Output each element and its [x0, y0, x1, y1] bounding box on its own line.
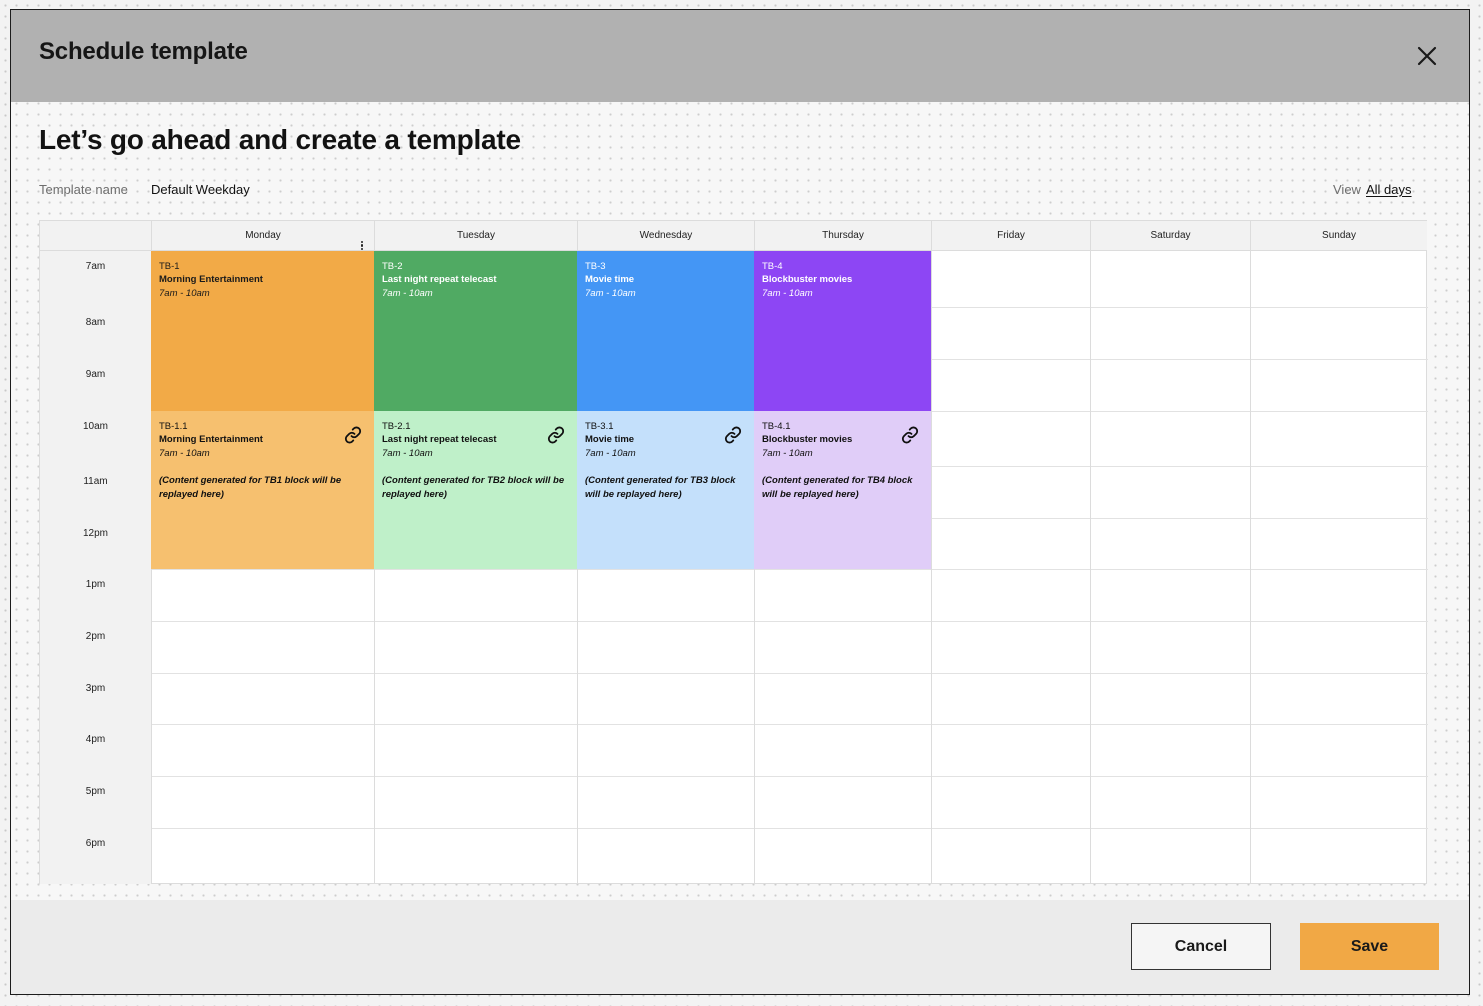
day-header-wednesday: Wednesday: [577, 221, 754, 251]
schedule-template-modal: Schedule template Let’s go ahead and cre…: [10, 9, 1470, 995]
page-heading: Let’s go ahead and create a template: [39, 124, 521, 155]
time-label-6pm: 6pm: [85, 838, 106, 849]
template-name-label: Template name: [39, 182, 128, 197]
grid-column-divider: [1250, 251, 1251, 884]
day-header-thursday: Thursday: [754, 221, 931, 251]
time-label-5pm: 5pm: [85, 786, 106, 797]
grid-column-divider: [931, 251, 932, 884]
block-title: Morning Entertainment: [159, 434, 263, 445]
block-replay-note: (Content generated for TB4 block will be…: [762, 475, 913, 500]
day-header-tuesday: Tuesday: [374, 221, 577, 251]
link-icon[interactable]: [547, 426, 565, 444]
grid-column-divider: [1090, 251, 1091, 884]
grid-row-divider: [151, 724, 1428, 725]
block-replay-note: (Content generated for TB1 block will be…: [159, 475, 342, 500]
block-time: 7am - 10am: [382, 448, 433, 459]
block-code: TB-4: [762, 261, 783, 272]
block-time: 7am - 10am: [159, 448, 210, 459]
time-block-tb-4[interactable]: TB-4 Blockbuster movies 7am - 10am: [754, 251, 931, 411]
block-time: 7am - 10am: [762, 288, 813, 299]
time-block-tb-2[interactable]: TB-2 Last night repeat telecast 7am - 10…: [374, 251, 577, 411]
modal-header: Schedule template: [11, 10, 1469, 102]
block-title: Blockbuster movies: [762, 274, 853, 285]
time-label-7am: 7am: [85, 261, 106, 272]
cancel-button[interactable]: Cancel: [1131, 923, 1271, 970]
block-title: Morning Entertainment: [159, 274, 263, 285]
day-header-monday: Monday: [151, 221, 374, 251]
day-header-friday: Friday: [931, 221, 1090, 251]
replay-block-tb-3-1[interactable]: TB-3.1 Movie time 7am - 10am (Content ge…: [577, 411, 754, 569]
block-title: Last night repeat telecast: [382, 274, 497, 285]
time-label-12pm: 12pm: [82, 528, 108, 539]
time-label-10am: 10am: [82, 421, 108, 432]
block-code: TB-1.1: [159, 421, 188, 432]
block-time: 7am - 10am: [585, 288, 636, 299]
block-code: TB-1: [159, 261, 180, 272]
grid-corner: [40, 221, 151, 251]
replay-block-tb-4-1[interactable]: TB-4.1 Blockbuster movies 7am - 10am (Co…: [754, 411, 931, 569]
grid-row-divider: [151, 776, 1428, 777]
block-replay-note: (Content generated for TB3 block will be…: [585, 475, 736, 500]
block-code: TB-3.1: [585, 421, 614, 432]
schedule-grid: 7am 8am 9am 10am 11am 12pm 1pm 2pm 3pm 4pm 5pm 6pm …: [39, 220, 1428, 884]
link-icon[interactable]: [724, 426, 742, 444]
view-selector[interactable]: All days: [1366, 182, 1412, 197]
more-options-icon[interactable]: [360, 241, 364, 251]
day-header-saturday: Saturday: [1090, 221, 1250, 251]
replay-block-tb-2-1[interactable]: TB-2.1 Last night repeat telecast 7am - …: [374, 411, 577, 569]
modal-footer: Cancel Save: [11, 900, 1469, 994]
modal-title: Schedule template: [39, 38, 248, 65]
block-title: Movie time: [585, 434, 635, 445]
block-code: TB-2: [382, 261, 403, 272]
save-button[interactable]: Save: [1300, 923, 1439, 970]
block-title: Blockbuster movies: [762, 434, 853, 445]
block-code: TB-3: [585, 261, 606, 272]
close-icon[interactable]: [1415, 44, 1439, 68]
view-label: View: [1333, 182, 1361, 197]
time-label-2pm: 2pm: [85, 631, 106, 642]
time-column: 7am 8am 9am 10am 11am 12pm 1pm 2pm 3pm 4pm 5pm 6pm: [40, 251, 151, 884]
block-title: Last night repeat telecast: [382, 434, 497, 445]
day-header-sunday: Sunday: [1250, 221, 1427, 251]
time-label-1pm: 1pm: [85, 579, 106, 590]
time-block-tb-1[interactable]: TB-1 Morning Entertainment 7am - 10am: [151, 251, 374, 411]
grid-row-divider: [151, 673, 1428, 674]
block-time: 7am - 10am: [382, 288, 433, 299]
block-title: Movie time: [585, 274, 635, 285]
time-label-9am: 9am: [85, 369, 106, 380]
time-label-4pm: 4pm: [85, 734, 106, 745]
time-label-8am: 8am: [85, 317, 106, 328]
block-code: TB-4.1: [762, 421, 791, 432]
time-block-tb-3[interactable]: TB-3 Movie time 7am - 10am: [577, 251, 754, 411]
time-label-11am: 11am: [83, 476, 108, 487]
replay-block-tb-1-1[interactable]: TB-1.1 Morning Entertainment 7am - 10am …: [151, 411, 374, 569]
block-code: TB-2.1: [382, 421, 411, 432]
block-time: 7am - 10am: [159, 288, 210, 299]
block-time: 7am - 10am: [585, 448, 636, 459]
grid-row-divider: [151, 621, 1428, 622]
block-replay-note: (Content generated for TB2 block will be…: [382, 475, 565, 500]
grid-row-divider: [151, 828, 1428, 829]
link-icon[interactable]: [901, 426, 919, 444]
block-time: 7am - 10am: [762, 448, 813, 459]
grid-row-divider: [151, 569, 1428, 570]
time-label-3pm: 3pm: [85, 683, 106, 694]
template-name-field[interactable]: Default Weekday: [151, 182, 250, 197]
link-icon[interactable]: [344, 426, 362, 444]
